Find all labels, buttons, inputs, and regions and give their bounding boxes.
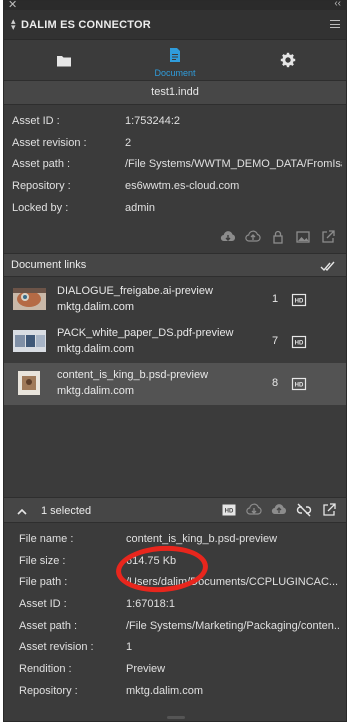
check-all-icon[interactable] [320,258,336,274]
document-links-title: Document links [11,259,87,271]
detail-label: Asset revision : [19,641,94,654]
property-value: es6wwtm.es-cloud.com [125,180,240,193]
unlink-icon[interactable] [296,502,312,518]
folder-icon [56,53,72,69]
hd-badge-icon[interactable]: HD [291,292,307,308]
svg-text:HD: HD [225,509,234,515]
property-value: 1:753244:2 [125,115,181,127]
property-row: Asset ID : 1:753244:2 [12,111,342,133]
document-properties: Asset ID : 1:753244:2 Asset revision : 2 A… [12,111,342,219]
link-thumbnail [13,288,46,310]
panel-title: DALIM ES CONNECTOR [21,19,151,31]
document-icon [167,47,183,63]
link-name: DIALOGUE_freigabe.ai-preview [57,285,213,297]
detail-label: Asset path : [19,619,78,632]
detail-row: Asset ID : 1:67018:1 [19,594,341,616]
detail-value: 1 [126,641,133,654]
cloud-download-icon[interactable] [246,502,262,518]
tab-bar: Document [4,41,346,79]
link-item-selected[interactable]: content_is_king_b.psd-preview mktg.dalim… [4,363,346,405]
gear-icon [280,52,296,68]
cloud-upload-icon[interactable] [271,502,287,518]
detail-value: mktg.dalim.com [126,684,204,697]
link-name: PACK_white_paper_DS.pdf-preview [57,327,234,339]
selection-actions: HD [221,502,337,518]
detail-label: File size : [19,554,66,567]
detail-row: Asset revision : 1 [19,637,341,659]
document-links-header: Document links [4,253,346,277]
panel-header: ▴ ▾ DALIM ES CONNECTOR [4,10,346,40]
property-label: Asset revision : [12,136,87,149]
detail-row: Repository : mktg.dalim.com [19,681,341,703]
property-label: Asset path : [12,158,71,171]
link-count: 8 [272,377,279,389]
sort-arrows-icon[interactable]: ▴ ▾ [11,17,16,32]
preview-image-icon[interactable] [295,229,311,245]
detail-label: Asset ID : [19,598,67,611]
plugin-panel: ✕ ‹‹ ▴ ▾ DALIM ES CONNECTOR Document test… [3,0,347,722]
detail-label: File path : [19,576,68,589]
property-label: Asset ID : [12,115,60,127]
link-thumbnail [13,330,46,352]
detail-label: Rendition : [19,663,72,676]
hd-badge-icon[interactable]: HD [221,502,237,518]
link-thumbnail [18,371,40,395]
cloud-upload-icon[interactable] [245,229,261,245]
panel-title-strip: ✕ ‹‹ [4,0,346,11]
chevron-up-icon[interactable] [14,504,30,520]
property-value: /File Systems/WWTM_DEMO_DATA/FromIsa... [125,158,342,171]
detail-label: File name : [19,533,74,545]
property-row: Locked by : admin [12,198,342,220]
property-row: Asset revision : 2 [12,133,342,155]
link-count: 7 [272,335,279,347]
link-name: content_is_king_b.psd-preview [57,369,209,381]
document-file-name: test1.indd [4,80,346,105]
property-label: Repository : [12,180,71,193]
svg-text:HD: HD [295,341,304,347]
resize-grip[interactable] [167,716,185,719]
detail-value: 1:67018:1 [126,598,175,611]
link-item[interactable]: PACK_white_paper_DS.pdf-preview mktg.dal… [4,321,346,363]
detail-label: Repository : [19,684,78,697]
open-external-icon[interactable] [321,502,337,518]
link-item[interactable]: DIALOGUE_freigabe.ai-preview mktg.dalim.… [4,279,346,321]
property-label: Locked by : [12,201,69,214]
detail-row: Rendition : Preview [19,659,341,681]
tab-document[interactable]: Document [145,41,205,79]
property-row: Asset path : /File Systems/WWTM_DEMO_DATA… [12,154,342,176]
link-count: 1 [272,293,279,305]
svg-text:HD: HD [295,299,304,305]
tab-settings[interactable] [258,41,318,79]
hd-badge-icon[interactable]: HD [291,376,307,392]
open-external-icon[interactable] [320,229,336,245]
cloud-download-icon[interactable] [220,229,236,245]
hamburger-menu-icon[interactable] [330,20,340,28]
detail-value: Preview [126,663,166,676]
selection-count: 1 selected [41,505,92,517]
document-actions [220,228,336,246]
property-value: 2 [125,136,132,149]
detail-value: /File Systems/Marketing/Packaging/conten… [126,619,341,632]
lock-icon[interactable] [270,229,286,245]
hd-badge-icon[interactable]: HD [291,334,307,350]
detail-row: Asset path : /File Systems/Marketing/Pack… [19,616,341,638]
property-value: admin [125,201,155,214]
property-row: Repository : es6wwtm.es-cloud.com [12,176,342,198]
link-host: mktg.dalim.com [57,301,135,313]
collapse-icon[interactable]: ‹‹ [334,0,341,9]
tab-document-label: Document [154,68,196,78]
link-host: mktg.dalim.com [57,343,135,355]
selection-bar: 1 selected HD [4,497,346,523]
tab-files[interactable] [34,41,94,79]
svg-text:HD: HD [295,383,304,389]
link-host: mktg.dalim.com [57,385,135,397]
